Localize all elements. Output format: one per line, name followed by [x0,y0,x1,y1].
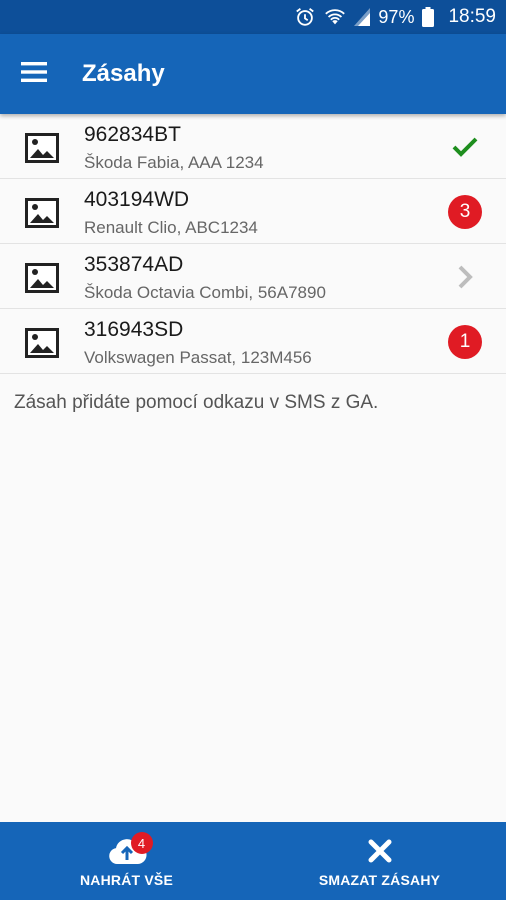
status-time: 18:59 [448,6,496,27]
upload-all-button[interactable]: 4 NAHRÁT VŠE [0,822,253,900]
status-bar: 97% 18:59 [0,0,506,34]
image-placeholder-icon [25,328,59,363]
item-title: 353874AD [84,253,184,276]
page-title: Zásahy [82,60,165,87]
check-icon [446,130,484,164]
cloud-upload-icon: 4 [107,832,153,871]
battery-icon [422,7,435,27]
item-title: 316943SD [84,318,184,341]
list-item[interactable]: 353874AD Škoda Octavia Combi, 56A7890 [0,244,506,309]
app-bar: Zásahy [0,34,506,114]
signal-icon [354,8,371,26]
wifi-icon [324,7,346,27]
item-subtitle: Renault Clio, ABC1234 [84,218,258,237]
count-badge: 3 [448,195,482,229]
list-item[interactable]: 962834BT Škoda Fabia, AAA 1234 [0,114,506,179]
item-title: 403194WD [84,188,190,211]
item-subtitle: Škoda Fabia, AAA 1234 [84,153,264,172]
count-badge: 1 [448,325,482,359]
image-placeholder-icon [25,198,59,233]
list-item[interactable]: 316943SD Volkswagen Passat, 123M456 1 [0,309,506,374]
item-title: 962834BT [84,123,181,146]
image-placeholder-icon [25,263,59,298]
hamburger-menu-icon [21,61,47,87]
close-icon [367,838,393,869]
bottom-action-bar: 4 NAHRÁT VŠE SMAZAT ZÁSAHY [0,822,506,900]
chevron-right-icon [446,260,484,294]
menu-button[interactable] [0,34,68,114]
empty-hint-text: Zásah přidáte pomocí odkazu v SMS z GA. [14,392,379,413]
delete-incidents-button[interactable]: SMAZAT ZÁSAHY [253,822,506,900]
incident-list: 962834BT Škoda Fabia, AAA 1234 403194WD … [0,114,506,374]
item-subtitle: Volkswagen Passat, 123M456 [84,348,312,367]
delete-incidents-label: SMAZAT ZÁSAHY [318,872,441,888]
battery-percent: 97% [378,6,415,27]
upload-all-label: NAHRÁT VŠE [79,872,173,888]
upload-count-badge: 4 [130,832,153,854]
alarm-icon [294,6,316,28]
item-subtitle: Škoda Octavia Combi, 56A7890 [84,283,326,302]
image-placeholder-icon [25,133,59,168]
list-item[interactable]: 403194WD Renault Clio, ABC1234 3 [0,179,506,244]
